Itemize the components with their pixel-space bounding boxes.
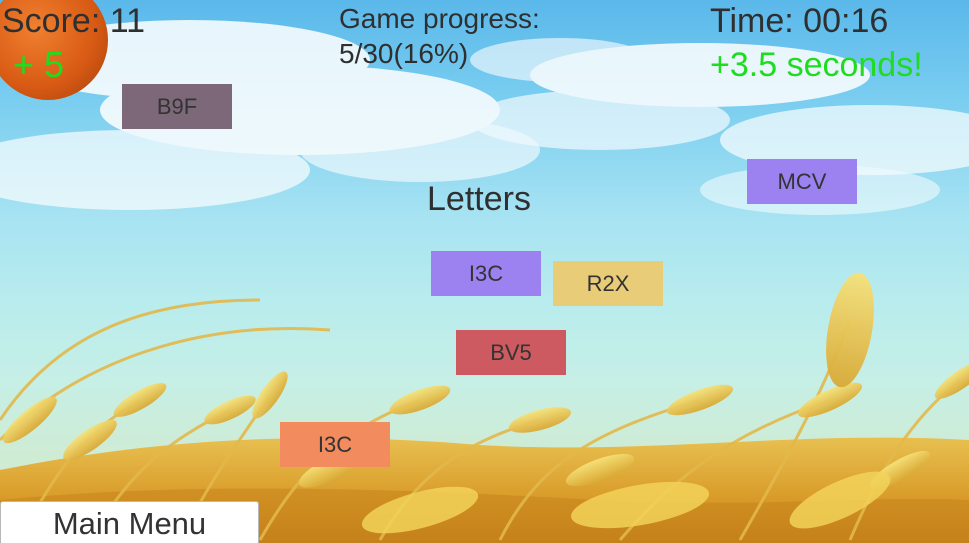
letter-tile[interactable]: BV5	[456, 330, 566, 375]
letter-tile[interactable]: I3C	[280, 422, 390, 467]
letter-tile[interactable]: MCV	[747, 159, 857, 204]
time-bonus: +3.5 seconds!	[710, 46, 923, 84]
main-menu-button[interactable]: Main Menu	[0, 501, 259, 543]
letter-tile[interactable]: R2X	[553, 261, 663, 306]
progress-label: Game progress:	[339, 3, 540, 34]
progress-value: 5/30(16%)	[339, 38, 469, 69]
letter-tile[interactable]: B9F	[122, 84, 232, 129]
score-bonus: + 5	[13, 44, 65, 85]
letter-tile[interactable]: I3C	[431, 251, 541, 296]
time-label: Time: 00:16	[710, 2, 889, 40]
category-title: Letters	[427, 180, 531, 218]
score-label: Score: 11	[2, 2, 146, 40]
